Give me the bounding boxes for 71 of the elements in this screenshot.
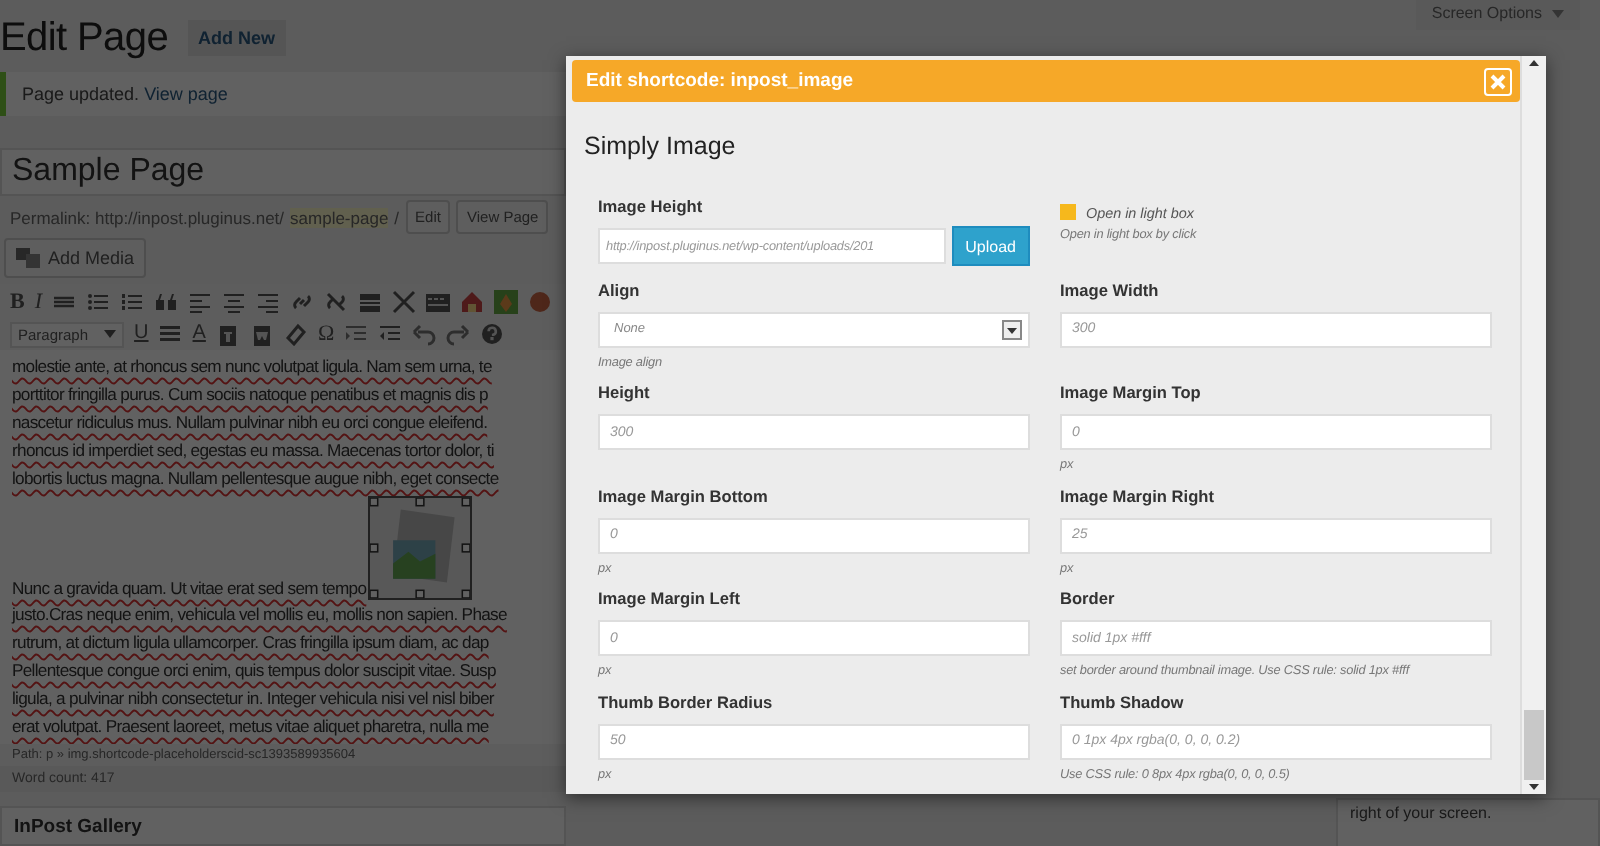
modal-title: Edit shortcode: inpost_image — [586, 70, 854, 92]
gallery-box-title: InPost Gallery — [0, 806, 566, 846]
scrollbar-thumb[interactable] — [1524, 710, 1544, 780]
link-icon[interactable] — [290, 290, 315, 314]
paste-text-icon[interactable] — [215, 322, 240, 346]
view-page-link[interactable]: View page — [144, 84, 228, 104]
field-label: Thumb Border Radius — [598, 691, 775, 715]
numbered-list-icon[interactable] — [120, 290, 145, 314]
post-title-field[interactable]: Sample Page — [0, 148, 566, 196]
editor-text-line: molestie ante, at rhoncus sem nunc volutpat ligula. Nam sem urna, te — [12, 354, 492, 380]
field-label: Image Margin Top — [1060, 382, 1203, 406]
bold-button[interactable]: B — [10, 290, 25, 314]
align-left-icon[interactable] — [188, 290, 213, 314]
section-heading: Simply Image — [584, 132, 738, 160]
scrollbar[interactable] — [1520, 56, 1546, 794]
upload-button[interactable]: Upload — [951, 226, 1030, 266]
outdent-icon[interactable] — [344, 322, 369, 346]
field-label: Border — [1060, 588, 1117, 612]
field-label: Image Height — [598, 196, 705, 220]
close-icon[interactable] — [1490, 73, 1506, 89]
editor-text-line: erat volutpat. Praesent laoreet, metus vitae aliquet pharetra, nulla me — [12, 714, 489, 740]
quote-icon[interactable] — [154, 290, 179, 314]
field-label: Image Margin Bottom — [598, 485, 770, 509]
field-label: Thumb Shadow — [1060, 691, 1186, 715]
editor-text-line: ligula, a pulvinar nibh consectetur in. Integer vehicula nisi vel nisl biber — [12, 686, 494, 712]
caret-icon — [1552, 9, 1564, 17]
redo-icon[interactable] — [446, 322, 471, 346]
editor-text-line: rhoncus id imperdiet sed, egestas eu massa. Maecenas tortor dolor, ti — [12, 438, 494, 464]
editor-text-line: rutrum, at dictum ligula ullamcorper. Cras fringilla ipsum diam, ac dap — [12, 630, 489, 656]
map-icon[interactable] — [494, 290, 519, 314]
editor-text-line: Nunc a gravida quam. Ut vitae erat sed sem tempo — [12, 578, 367, 600]
special-character-button[interactable]: Ω — [317, 322, 335, 346]
permalink-slash: / — [394, 207, 400, 227]
field-label: Image Margin Left — [598, 588, 742, 612]
editor-text-line: nascetur ridiculus mus. Nullam pulvinar nibh eu orci congue eleifend. — [12, 410, 488, 436]
caret-icon — [104, 330, 117, 338]
field-label: Height — [598, 382, 652, 406]
editor-text-line: porttitor fringilla purus. Cum sociis natoque penatibus et magnis dis p — [12, 382, 488, 408]
align-center-icon[interactable] — [222, 290, 247, 314]
editor-text-line: justo.Cras neque enim, vehicula vel mollis eu, mollis non sapien. Phase — [12, 602, 507, 628]
bulleted-list-icon[interactable] — [86, 290, 111, 314]
notice-text: Page updated. View page — [22, 84, 228, 104]
field-label: Image Width — [1060, 279, 1161, 303]
image-placeholder[interactable] — [368, 496, 473, 600]
keyboard-icon[interactable] — [426, 290, 451, 314]
close-button[interactable] — [1484, 67, 1512, 95]
italic-button[interactable]: I — [34, 290, 43, 314]
undo-icon[interactable] — [412, 322, 437, 346]
paste-word-icon[interactable] — [249, 322, 274, 346]
editor-text-line: Pellentesque congue orci enim, quis tempus dolor suscipit vitae. Susp — [12, 658, 496, 684]
checkbox[interactable] — [1060, 204, 1076, 220]
indent-icon[interactable] — [378, 322, 403, 346]
justify-icon[interactable] — [158, 322, 183, 346]
help-note: right of your screen. — [1336, 798, 1600, 846]
editor-text-line: lobortis luctus magna. Nullam pellentesque augue nibh, eget consecte — [12, 466, 499, 492]
unlink-icon[interactable] — [324, 290, 349, 314]
underline-button[interactable]: U — [134, 322, 149, 346]
help-icon[interactable] — [480, 322, 505, 346]
add-media-button[interactable]: Add Media — [4, 238, 147, 278]
house-icon[interactable] — [460, 290, 485, 314]
add-new-button[interactable]: Add New — [188, 20, 286, 56]
permalink-slug[interactable]: sample-page — [290, 207, 389, 227]
text-color-button[interactable]: A — [192, 322, 206, 346]
align-right-icon[interactable] — [256, 290, 281, 314]
media-icon[interactable] — [16, 246, 40, 270]
scroll-up-icon[interactable] — [1526, 56, 1542, 70]
field-label: Image Margin Right — [1060, 485, 1216, 509]
eraser-icon[interactable] — [283, 322, 308, 346]
read-more-icon[interactable] — [358, 290, 383, 314]
page-title: Edit Page — [0, 15, 169, 61]
field-label: Align — [598, 279, 642, 303]
